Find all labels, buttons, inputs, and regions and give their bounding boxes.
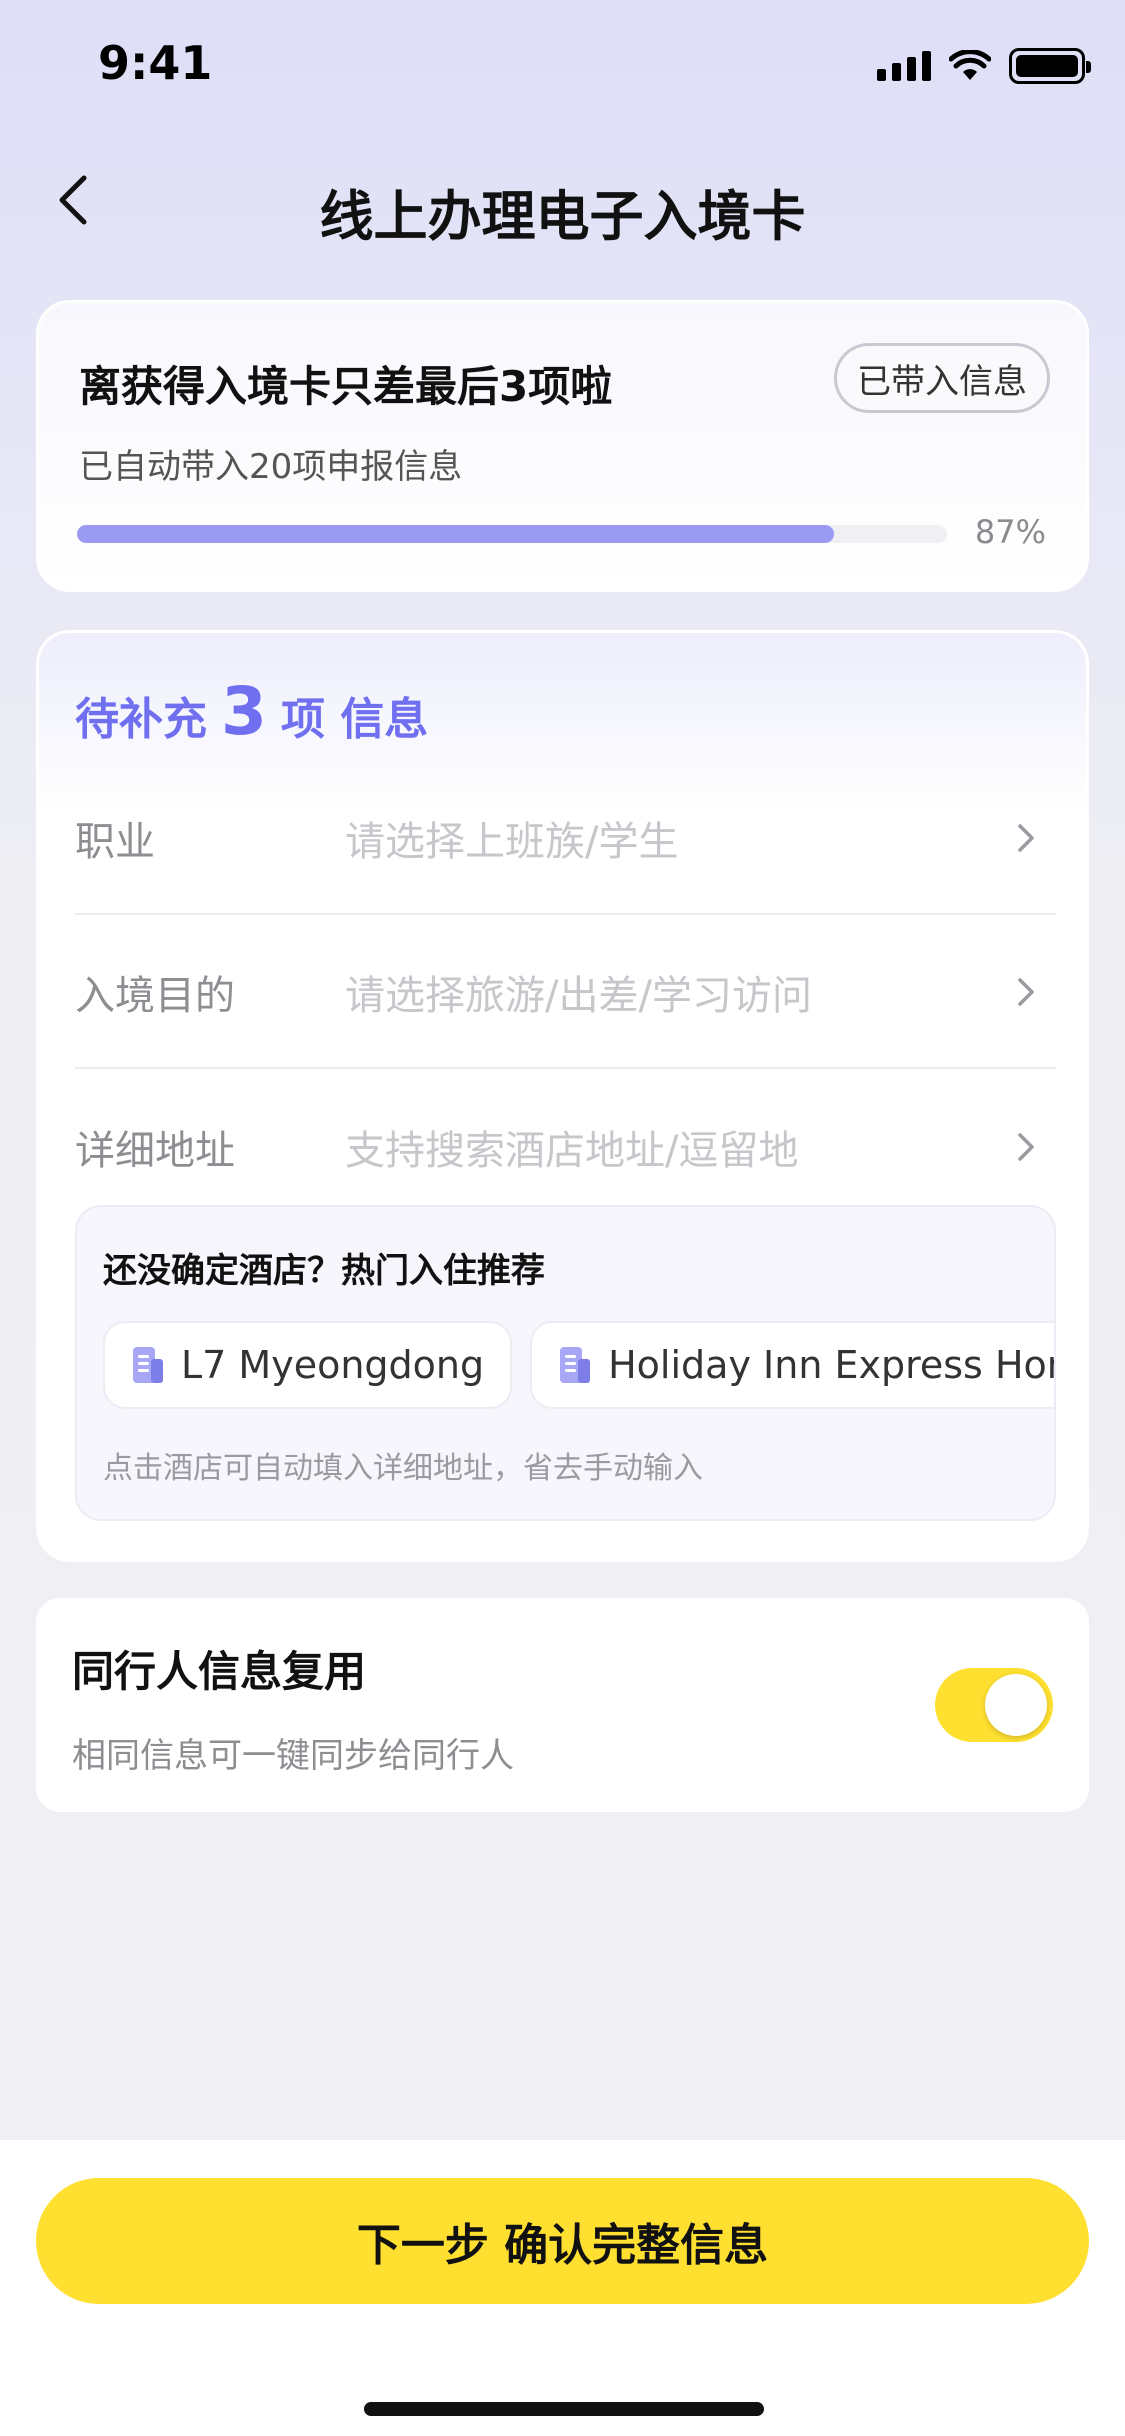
progress-percent: 87% xyxy=(974,513,1046,551)
progress-bar xyxy=(77,525,947,543)
progress-headline: 离获得入境卡只差最后3项啦 xyxy=(79,362,613,411)
document-icon xyxy=(133,1347,163,1383)
status-time: 9:41 xyxy=(98,36,213,90)
entry-purpose-label: 入境目的 xyxy=(75,973,235,1019)
companion-reuse-subtitle: 相同信息可一键同步给同行人 xyxy=(72,1736,514,1776)
occupation-placeholder: 请选择上班族/学生 xyxy=(345,819,679,865)
companion-reuse-title: 同行人信息复用 xyxy=(72,1647,367,1696)
address-label: 详细地址 xyxy=(75,1128,235,1174)
occupation-row[interactable]: 职业 请选择上班族/学生 xyxy=(75,763,1056,915)
entry-purpose-placeholder: 请选择旅游/出差/学习访问 xyxy=(345,973,812,1019)
hotel-chip[interactable]: L7 Myeongdong xyxy=(103,1321,513,1409)
hotel-recommendations-title: 还没确定酒店？热门入住推荐 xyxy=(103,1251,545,1291)
hotel-chip[interactable]: Holiday Inn Express Hong xyxy=(530,1321,1054,1409)
pending-heading: 待补充 3 项 信息 xyxy=(75,673,428,750)
occupation-label: 职业 xyxy=(75,819,155,865)
battery-icon xyxy=(1009,48,1091,84)
hotel-chip-list[interactable]: L7 Myeongdong Holiday Inn Express Hong xyxy=(103,1321,1054,1411)
pending-heading-suffix: 项 信息 xyxy=(280,694,429,745)
page-title: 线上办理电子入境卡 xyxy=(319,185,806,248)
address-row[interactable]: 详细地址 支持搜索酒店地址/逗留地 xyxy=(75,1071,1056,1223)
status-bar: 9:41 xyxy=(0,0,1125,130)
status-icons xyxy=(877,48,1091,84)
chevron-right-icon xyxy=(1018,1133,1034,1161)
hotel-hint: 点击酒店可自动填入详细地址，省去手动输入 xyxy=(103,1451,703,1486)
hotel-name: Holiday Inn Express Hong xyxy=(608,1343,1054,1387)
chevron-right-icon xyxy=(1018,824,1034,852)
progress-bar-fill xyxy=(77,525,834,543)
prefilled-info-chip[interactable]: 已带入信息 xyxy=(834,343,1050,413)
entry-purpose-row[interactable]: 入境目的 请选择旅游/出差/学习访问 xyxy=(75,917,1056,1069)
pending-heading-prefix: 待补充 xyxy=(75,694,207,745)
toggle-knob xyxy=(985,1674,1047,1736)
home-indicator xyxy=(364,2402,764,2416)
pending-info-card: 待补充 3 项 信息 职业 请选择上班族/学生 入境目的 请选择旅游/出差/学习… xyxy=(36,630,1089,1562)
pending-count: 3 xyxy=(221,673,267,750)
progress-subtitle: 已自动带入20项申报信息 xyxy=(79,447,463,487)
address-placeholder: 支持搜索酒店地址/逗留地 xyxy=(345,1128,799,1174)
hotel-name: L7 Myeongdong xyxy=(181,1343,485,1387)
next-step-button[interactable]: 下一步 确认完整信息 xyxy=(36,2178,1089,2304)
chevron-right-icon xyxy=(1018,978,1034,1006)
document-icon xyxy=(560,1347,591,1383)
companion-reuse-toggle[interactable] xyxy=(935,1668,1053,1742)
wifi-icon xyxy=(949,50,991,80)
progress-card: 离获得入境卡只差最后3项啦 已带入信息 已自动带入20项申报信息 87% xyxy=(36,300,1089,592)
cellular-signal-icon xyxy=(877,51,931,81)
nav-bar: 线上办理电子入境卡 xyxy=(0,150,1125,250)
bottom-action-bar: 下一步 确认完整信息 xyxy=(0,2140,1125,2436)
companion-reuse-card: 同行人信息复用 相同信息可一键同步给同行人 xyxy=(36,1598,1089,1812)
hotel-recommendations: 还没确定酒店？热门入住推荐 L7 Myeongdong Holiday Inn … xyxy=(75,1205,1056,1521)
